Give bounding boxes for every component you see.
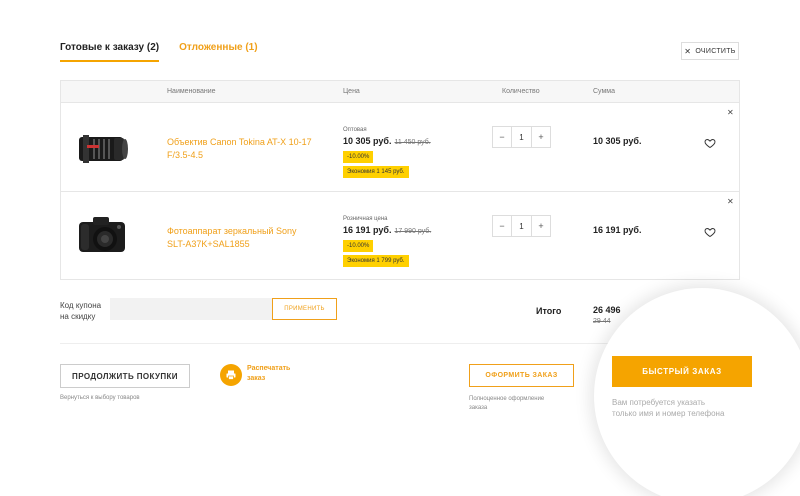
continue-shopping-note: Вернуться к выбору товаров (60, 395, 140, 401)
remove-item-icon[interactable]: ✕ (727, 197, 734, 206)
quantity-stepper: − 1 + (492, 215, 551, 237)
price: 10 305 руб. 11 450 руб. (343, 136, 431, 146)
checkout-note: Полноценное оформление заказа (469, 395, 579, 413)
total-old-value: 29 44 (593, 318, 611, 325)
tab-deferred-count: (1) (245, 42, 258, 53)
savings-badge: Экономия 1 799 руб. (343, 255, 409, 267)
header-price: Цена (343, 88, 360, 95)
heart-icon[interactable] (704, 136, 716, 149)
increase-quantity-button[interactable]: + (532, 127, 550, 147)
product-name-link[interactable]: Фотоаппарат зеркальный Sony SLT-A37K+SAL… (167, 225, 317, 251)
continue-shopping-button[interactable]: ПРОДОЛЖИТЬ ПОКУПКИ (60, 364, 190, 388)
quick-order-button[interactable]: БЫСТРЫЙ ЗАКАЗ (612, 356, 752, 387)
print-order-link[interactable]: Распечатать заказ (247, 364, 307, 384)
quick-note-line1: Вам потребуется указать (612, 398, 706, 407)
close-icon: ✕ (684, 46, 692, 56)
current-price: 16 191 руб. (343, 225, 392, 235)
table-header: Наименование Цена Количество Сумма (61, 81, 739, 102)
cart-table: Наименование Цена Количество Сумма Объек… (60, 80, 740, 280)
current-price: 10 305 руб. (343, 136, 392, 146)
total-label: Итого (536, 306, 562, 316)
discount-badge: -10.00% (343, 240, 374, 252)
product-name-link[interactable]: Объектив Canon Tokina AT-X 10-17 F/3.5-4… (167, 136, 317, 162)
header-quantity: Количество (502, 88, 540, 95)
quantity-input[interactable]: 1 (511, 216, 532, 236)
discount-badge: -10.00% (343, 151, 374, 163)
clear-cart-button[interactable]: ✕ очистить (681, 42, 739, 60)
tab-ready[interactable]: Готовые к заказу (2) (60, 42, 160, 62)
coupon-label: Код купона на скидку (60, 300, 101, 322)
coupon-label-line2: на скидку (60, 312, 96, 321)
remove-item-icon[interactable]: ✕ (727, 108, 734, 117)
coupon-input[interactable] (110, 298, 272, 320)
printer-icon[interactable] (220, 364, 242, 386)
quantity-stepper: − 1 + (492, 126, 551, 148)
price: 16 191 руб. 17 990 руб. (343, 225, 431, 235)
spotlight-highlight (594, 288, 800, 496)
total-value: 26 496 (593, 305, 621, 315)
quantity-input[interactable]: 1 (511, 127, 532, 147)
increase-quantity-button[interactable]: + (532, 216, 550, 236)
tab-deferred[interactable]: Отложенные (1) (179, 42, 257, 62)
tab-ready-count: (2) (146, 42, 160, 53)
lens-image[interactable] (73, 117, 133, 177)
tab-ready-label: Готовые к заказу (60, 42, 145, 53)
decrease-quantity-button[interactable]: − (493, 216, 511, 236)
savings-badge: Экономия 1 145 руб. (343, 166, 409, 178)
price-type-label: Оптовая (343, 127, 367, 133)
header-sum: Сумма (593, 88, 615, 95)
row-sum: 10 305 руб. (593, 136, 642, 146)
print-label-line1: Распечатать (247, 365, 291, 372)
quick-order-note: Вам потребуется указать только имя и ном… (612, 397, 757, 419)
old-price: 17 990 руб. (394, 228, 432, 235)
checkout-button[interactable]: ОФОРМИТЬ ЗАКАЗ (469, 364, 574, 387)
tab-deferred-label: Отложенные (179, 42, 243, 53)
cart-tabs: Готовые к заказу (2) Отложенные (1) (60, 42, 258, 62)
table-row: Фотоаппарат зеркальный Sony SLT-A37K+SAL… (61, 191, 739, 280)
apply-coupon-button[interactable]: применить (272, 298, 337, 320)
table-row: Объектив Canon Tokina AT-X 10-17 F/3.5-4… (61, 102, 739, 191)
camera-image[interactable] (73, 206, 133, 266)
heart-icon[interactable] (704, 225, 716, 238)
coupon-label-line1: Код купона (60, 301, 102, 310)
row-sum: 16 191 руб. (593, 225, 642, 235)
decrease-quantity-button[interactable]: − (493, 127, 511, 147)
print-label-line2: заказ (247, 375, 266, 382)
clear-cart-label: очистить (695, 47, 736, 55)
price-type-label: Розничная цена (343, 216, 388, 222)
old-price: 11 450 руб. (394, 139, 431, 146)
checkout-note-line2: заказа (469, 405, 488, 411)
checkout-note-line1: Полноценное оформление (469, 396, 545, 402)
quick-note-line2: только имя и номер телефона (612, 409, 725, 418)
header-name: Наименование (167, 88, 216, 95)
